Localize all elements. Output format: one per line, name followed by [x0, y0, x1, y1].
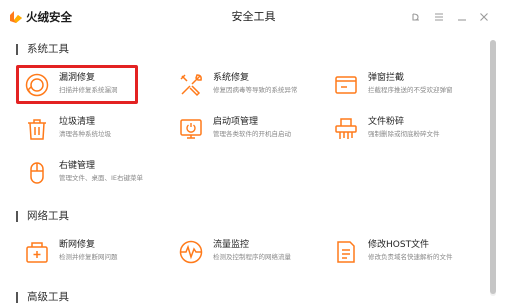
tool-name: 漏洞修复	[59, 73, 96, 83]
tool-name: 断网修复	[59, 240, 96, 250]
right-click-manager-icon	[24, 160, 50, 186]
popup-block-icon	[333, 72, 359, 98]
tool-name: 右键管理	[59, 161, 96, 171]
scrollbar[interactable]	[490, 40, 496, 296]
vulnerability-fix-icon	[24, 72, 50, 98]
tool-vulnerability-fix[interactable]: 漏洞修复 扫描并修复系统漏洞	[24, 68, 174, 108]
window-title: 安全工具	[231, 10, 276, 23]
scrollbar-thumb[interactable]	[490, 40, 496, 294]
tool-description: 检测及控制程序的网络流量	[213, 253, 291, 261]
section-title: 系统工具	[27, 43, 69, 55]
tool-network-repair[interactable]: 断网修复 检测并修复断网问题	[24, 235, 174, 275]
tool-description: 修改负责域名快速解析的文件	[368, 253, 453, 261]
tool-name: 文件粉碎	[368, 117, 405, 127]
tool-name: 垃圾清理	[59, 117, 96, 127]
tool-description: 强制删除或彻底粉碎文件	[368, 130, 440, 138]
tool-name: 修改HOST文件	[368, 240, 430, 250]
section-network-tools: 网络工具	[16, 209, 69, 223]
tool-description: 修复因病毒等导致的系统异常	[213, 86, 298, 94]
tool-description: 管理文件、桌面、IE右键菜单	[59, 174, 144, 182]
close-icon[interactable]	[477, 10, 491, 24]
tool-file-shredder[interactable]: 文件粉碎 强制删除或彻底粉碎文件	[333, 112, 483, 152]
section-title: 高级工具	[27, 291, 69, 303]
menu-icon[interactable]	[432, 10, 446, 24]
tool-description: 拦截程序推送的不受欢迎弹窗	[368, 86, 453, 94]
section-marker	[16, 210, 18, 222]
tool-startup-manager[interactable]: 启动项管理 管理各类软件的开机自启动	[178, 112, 328, 152]
tool-description: 检测并修复断网问题	[59, 253, 118, 261]
section-marker	[16, 291, 18, 303]
tool-name: 启动项管理	[213, 117, 259, 127]
minimize-icon[interactable]	[455, 10, 469, 24]
host-file-icon	[333, 239, 359, 265]
tool-host-file[interactable]: 修改HOST文件 修改负责域名快速解析的文件	[333, 235, 483, 275]
tool-description: 管理各类软件的开机自启动	[213, 130, 291, 138]
restore-icon[interactable]	[409, 10, 423, 24]
traffic-monitor-icon	[178, 239, 204, 265]
tool-name: 系统修复	[213, 73, 250, 83]
tool-popup-block[interactable]: 弹窗拦截 拦截程序推送的不受欢迎弹窗	[333, 68, 483, 108]
section-title: 网络工具	[27, 210, 69, 222]
tool-name: 弹窗拦截	[368, 73, 405, 83]
section-advanced-tools: 高级工具	[16, 290, 69, 304]
trash-clean-icon	[24, 116, 50, 142]
tool-description: 清理各种系统垃圾	[59, 130, 111, 138]
system-repair-icon	[178, 72, 204, 98]
tool-description: 扫描并修复系统漏洞	[59, 86, 118, 94]
tool-traffic-monitor[interactable]: 流量监控 检测及控制程序的网络流量	[178, 235, 328, 275]
network-repair-icon	[24, 239, 50, 265]
tool-right-click-manager[interactable]: 右键管理 管理文件、桌面、IE右键菜单	[24, 156, 174, 196]
file-shredder-icon	[333, 116, 359, 142]
section-system-tools: 系统工具	[16, 42, 69, 56]
section-marker	[16, 43, 18, 55]
tool-trash-clean[interactable]: 垃圾清理 清理各种系统垃圾	[24, 112, 174, 152]
tool-name: 流量监控	[213, 240, 250, 250]
startup-manager-icon	[178, 116, 204, 142]
title-bar: 火绒安全 安全工具	[0, 0, 507, 34]
tool-system-repair[interactable]: 系统修复 修复因病毒等导致的系统异常	[178, 68, 328, 108]
